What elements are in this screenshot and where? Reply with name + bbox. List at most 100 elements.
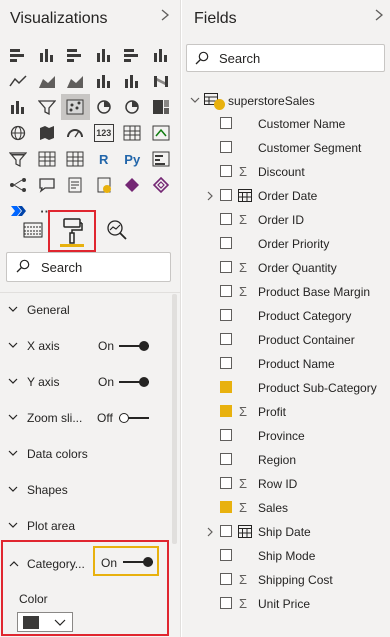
- r-visual-icon[interactable]: R: [90, 146, 119, 172]
- fields-search-input[interactable]: Search: [186, 44, 385, 72]
- chevron-down-icon[interactable]: [8, 376, 18, 386]
- chevron-right-icon[interactable]: [160, 8, 170, 25]
- scatter-icon[interactable]: [61, 94, 90, 120]
- stacked-column-icon[interactable]: [33, 42, 62, 68]
- gauge-icon[interactable]: [61, 120, 90, 146]
- field-checkbox[interactable]: [220, 357, 232, 369]
- field-item[interactable]: Σ Unit Price: [182, 592, 390, 616]
- field-item[interactable]: Ship Date: [182, 520, 390, 544]
- toggle-switch[interactable]: [123, 557, 153, 567]
- field-item[interactable]: Σ Product Base Margin: [182, 280, 390, 304]
- field-item[interactable]: Product Container: [182, 328, 390, 352]
- funnel-icon[interactable]: [33, 94, 62, 120]
- field-item[interactable]: Order Date: [182, 184, 390, 208]
- toggle-switch[interactable]: [119, 341, 149, 351]
- python-visual-icon[interactable]: Py: [118, 146, 147, 172]
- area-chart-icon[interactable]: [33, 68, 62, 94]
- field-checkbox[interactable]: [220, 309, 232, 321]
- field-checkbox[interactable]: [220, 333, 232, 345]
- line-chart-icon[interactable]: [4, 68, 33, 94]
- 100-bar-icon[interactable]: [118, 42, 147, 68]
- category-label[interactable]: Category...: [27, 557, 85, 571]
- field-item[interactable]: Product Name: [182, 352, 390, 376]
- field-checkbox[interactable]: [220, 453, 232, 465]
- field-checkbox[interactable]: [220, 189, 232, 201]
- field-item[interactable]: Region: [182, 448, 390, 472]
- field-checkbox[interactable]: [220, 573, 232, 585]
- pie-icon[interactable]: [90, 94, 119, 120]
- chevron-down-icon[interactable]: [8, 340, 18, 350]
- visualizations-search-input[interactable]: Search: [6, 252, 171, 282]
- field-item[interactable]: Province: [182, 424, 390, 448]
- stacked-bar-icon[interactable]: [4, 42, 33, 68]
- smart-narrative-icon[interactable]: [61, 172, 90, 198]
- field-checkbox[interactable]: [220, 141, 232, 153]
- field-checkbox[interactable]: [220, 285, 232, 297]
- multi-card-icon[interactable]: [118, 120, 147, 146]
- field-item[interactable]: Σ Order Quantity: [182, 256, 390, 280]
- chevron-down-icon[interactable]: [8, 448, 18, 458]
- key-influencers-icon[interactable]: [147, 146, 176, 172]
- field-item[interactable]: Product Sub-Category: [182, 376, 390, 400]
- clustered-bar-icon[interactable]: [61, 42, 90, 68]
- field-checkbox[interactable]: [220, 429, 232, 441]
- map-icon[interactable]: [4, 120, 33, 146]
- field-checkbox[interactable]: [220, 477, 232, 489]
- field-item[interactable]: Σ Row ID: [182, 472, 390, 496]
- format-section[interactable]: Shapes: [0, 472, 172, 508]
- format-section[interactable]: Data colors: [0, 436, 172, 472]
- toggle-switch[interactable]: [119, 413, 149, 423]
- field-item[interactable]: Ship Mode: [182, 544, 390, 568]
- donut-icon[interactable]: [118, 94, 147, 120]
- field-item[interactable]: Σ Profit: [182, 400, 390, 424]
- chevron-down-icon[interactable]: [190, 95, 200, 105]
- fields-tab-icon[interactable]: [18, 214, 48, 246]
- chevron-right-icon[interactable]: [206, 527, 214, 537]
- field-checkbox[interactable]: [220, 501, 232, 513]
- field-item[interactable]: Product Category: [182, 304, 390, 328]
- field-checkbox[interactable]: [220, 237, 232, 249]
- slicer-icon[interactable]: [4, 146, 33, 172]
- line-clustered-icon[interactable]: [118, 68, 147, 94]
- powerapps-icon[interactable]: [118, 172, 147, 198]
- field-checkbox[interactable]: [220, 549, 232, 561]
- field-item[interactable]: Order Priority: [182, 232, 390, 256]
- 100-column-icon[interactable]: [147, 42, 176, 68]
- matrix-icon[interactable]: [61, 146, 90, 172]
- table-icon[interactable]: [33, 146, 62, 172]
- format-section[interactable]: Plot area: [0, 508, 172, 544]
- format-section[interactable]: X axis On: [0, 328, 172, 364]
- decomposition-tree-icon[interactable]: [4, 172, 33, 198]
- field-item[interactable]: Σ Order ID: [182, 208, 390, 232]
- chevron-down-icon[interactable]: [8, 304, 18, 314]
- field-item[interactable]: Σ Shipping Cost: [182, 568, 390, 592]
- format-section[interactable]: Y axis On: [0, 364, 172, 400]
- line-column-icon[interactable]: [90, 68, 119, 94]
- ribbon-chart-icon[interactable]: [147, 68, 176, 94]
- format-tab-icon[interactable]: [48, 210, 96, 252]
- chevron-down-icon[interactable]: [8, 484, 18, 494]
- chevron-up-icon[interactable]: [9, 559, 19, 569]
- filled-map-icon[interactable]: [33, 120, 62, 146]
- analytics-tab-icon[interactable]: [102, 214, 132, 246]
- field-item[interactable]: Customer Segment: [182, 136, 390, 160]
- chevron-right-icon[interactable]: [374, 8, 384, 25]
- treemap-icon[interactable]: [147, 94, 176, 120]
- chevron-right-icon[interactable]: [206, 191, 214, 201]
- stacked-area-icon[interactable]: [61, 68, 90, 94]
- field-checkbox[interactable]: [220, 165, 232, 177]
- qa-icon[interactable]: [33, 172, 62, 198]
- field-item[interactable]: Customer Name: [182, 112, 390, 136]
- table-node[interactable]: superstoreSales: [188, 90, 388, 110]
- chevron-down-icon[interactable]: [8, 412, 18, 422]
- paginated-icon[interactable]: [90, 172, 119, 198]
- format-section[interactable]: Zoom sli... Off: [0, 400, 172, 436]
- format-scrollbar[interactable]: [172, 294, 177, 544]
- kpi-icon[interactable]: [147, 120, 176, 146]
- field-checkbox[interactable]: [220, 213, 232, 225]
- field-checkbox[interactable]: [220, 597, 232, 609]
- field-checkbox[interactable]: [220, 525, 232, 537]
- category-toggle[interactable]: On: [93, 546, 159, 576]
- field-checkbox[interactable]: [220, 405, 232, 417]
- card-icon[interactable]: 123: [90, 120, 119, 146]
